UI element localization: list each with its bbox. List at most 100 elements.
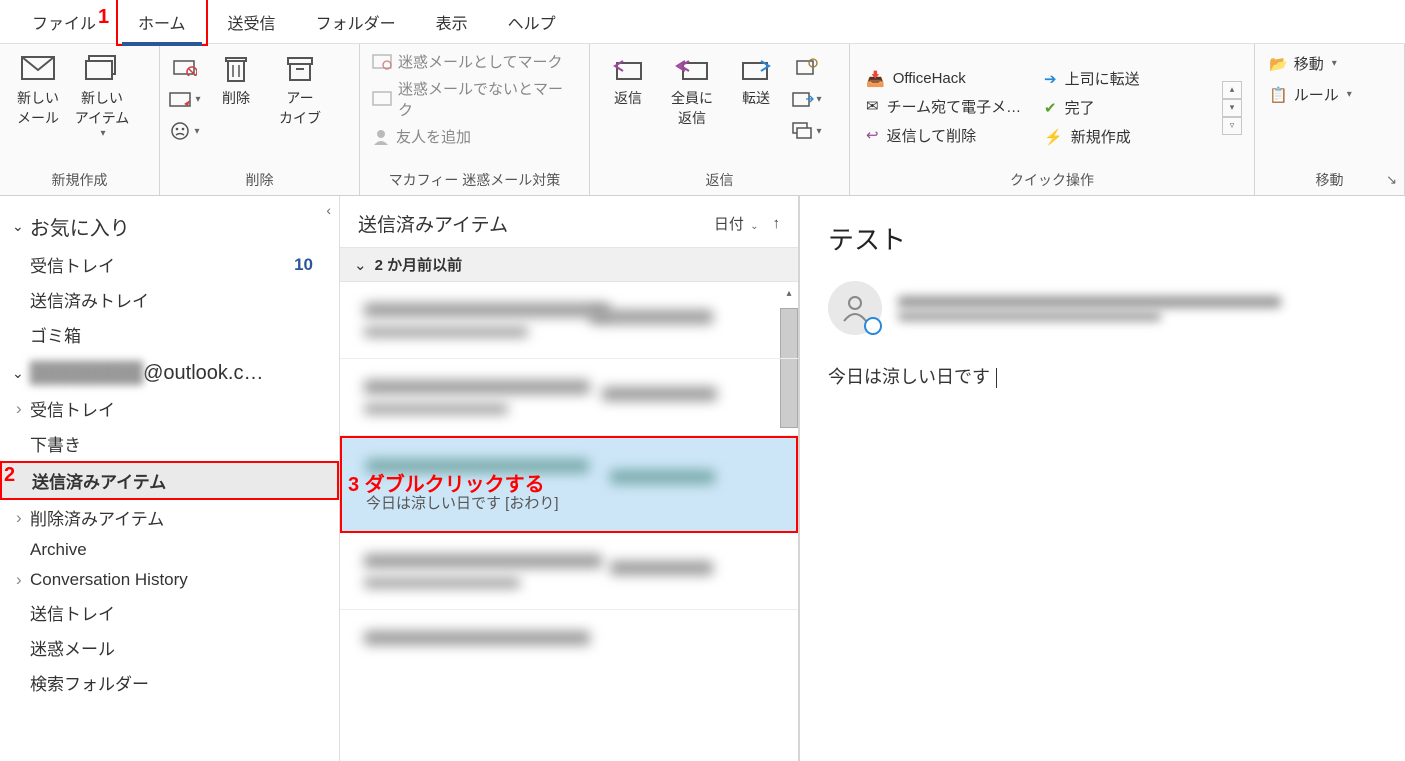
envelope-icon: ✉ [866,97,879,115]
sort-button[interactable]: 日付 ⌄ [714,213,759,234]
mark-junk-button[interactable]: 迷惑メールとしてマーク [366,48,569,75]
message-list-title: 送信済みアイテム [358,210,508,237]
quick-team-label: チーム宛て電子メ… [887,96,1022,117]
ribbon-group-delete: ▾ ▾ 削除 アー カイブ 削除 [160,44,360,195]
rules-icon: 📋 [1269,86,1288,104]
nav-junk-label: 迷惑メール [30,635,115,660]
nav-inbox[interactable]: 受信トレイ10 [0,247,339,282]
menu-view[interactable]: 表示 [416,0,488,44]
new-mail-label: 新しい メール [17,88,59,128]
new-item-icon [85,54,119,82]
person-icon [840,293,870,323]
mark-notjunk-button[interactable]: 迷惑メールでないとマーク [366,75,583,123]
forward-icon [739,54,773,82]
quick-scroll-down[interactable]: ▾ [1222,99,1242,117]
forward-label: 転送 [742,88,770,108]
quick-team[interactable]: ✉ チーム宛て電子メ… [862,94,1040,119]
move-icon: 📂 [1269,55,1288,73]
annotation-3: 3 ダブルクリックする [348,468,545,497]
new-mail-button[interactable]: 新しい メール [6,48,70,134]
nav-inbox-label: 受信トレイ [30,252,115,277]
forward-button[interactable]: 転送 [724,48,788,114]
ribbon-group-new-label: 新規作成 [6,167,153,195]
quick-reply-delete[interactable]: ↩返信して削除 [862,123,1040,148]
reading-pane: テスト 今日は涼しい日です [800,196,1405,761]
forward-boss-icon: ➔ [1044,70,1057,88]
nav-trash[interactable]: ゴミ箱 [0,317,339,352]
archive-label: アー カイブ [279,88,321,128]
nav-deleted-label: 削除済みアイテム [30,505,164,530]
nav-junk[interactable]: 迷惑メール [0,630,339,665]
archive-icon [283,54,317,82]
meeting-button[interactable] [790,52,824,82]
nav-archive[interactable]: Archive [0,535,339,565]
favorites-header[interactable]: ⌄お気に入り [0,206,339,247]
quick-fwd-boss[interactable]: ➔上司に転送 [1040,66,1218,91]
sender-row [828,281,1377,335]
nav-drafts-label: 下書き [30,431,81,456]
quick-create[interactable]: ⚡ 新規作成 [1040,124,1218,149]
quick-expand[interactable]: ▿ [1222,117,1242,135]
mark-notjunk-label: 迷惑メールでないとマーク [398,78,577,120]
message-group-header[interactable]: ⌄ 2 か月前以前 [340,247,798,282]
menu-sendreceive[interactable]: 送受信 [208,0,296,44]
message-list-pane: 送信済みアイテム 日付 ⌄ ↑ ⌄ 2 か月前以前 ▴ 3 ダブルクリ [340,196,800,761]
nav-trash-label: ゴミ箱 [30,322,81,347]
account-header[interactable]: ⌄ ████████ @outlook.c… [0,352,339,391]
nav-conv-history[interactable]: Conversation History [0,565,339,595]
avatar[interactable] [828,281,882,335]
message-item[interactable] [340,610,798,666]
reply-button[interactable]: 返信 [596,48,660,114]
nav-outbox[interactable]: 送信トレイ [0,595,339,630]
rules-button[interactable]: 📋ルール▾ [1261,79,1360,110]
menubar: ファイル ホーム 送受信 フォルダー 表示 ヘルプ [0,0,1405,44]
message-item[interactable] [340,359,798,436]
sort-direction-button[interactable]: ↑ [773,215,781,232]
message-item[interactable] [340,533,798,610]
more-reply-button[interactable]: ▾ [790,116,824,146]
new-item-label: 新しい アイテム [75,88,130,128]
junk-button[interactable]: ▾ [168,116,202,146]
forward-im-button[interactable]: ▾ [790,84,824,114]
menu-home[interactable]: ホーム [116,0,208,46]
menu-folder[interactable]: フォルダー [296,0,416,44]
envelope-icon [21,54,55,82]
archive-button[interactable]: アー カイブ [268,48,332,134]
quick-done[interactable]: ✔完了 [1040,95,1218,120]
cleanup-button[interactable]: ▾ [168,84,202,114]
nav-drafts[interactable]: 下書き [0,426,339,461]
rules-label: ルール [1294,84,1339,105]
nav-sent-items[interactable]: 送信済みアイテム [0,461,339,500]
reply-all-button[interactable]: 全員に 返信 [660,48,724,134]
main-area: ‹ ⌄お気に入り 受信トレイ10 送信済みトレイ ゴミ箱 ⌄ ████████ … [0,196,1405,761]
navigation-pane: ‹ ⌄お気に入り 受信トレイ10 送信済みトレイ ゴミ箱 ⌄ ████████ … [0,196,340,761]
add-friend-button[interactable]: 友人を追加 [366,123,477,150]
reply-icon [611,54,645,82]
message-list-header: 送信済みアイテム 日付 ⌄ ↑ [340,196,798,247]
nav-outbox-label: 送信トレイ [30,600,115,625]
quick-scroll-up[interactable]: ▴ [1222,81,1242,99]
collapse-nav-icon[interactable]: ‹ [326,202,331,218]
quick-officehack-label: OfficeHack [893,70,966,87]
message-item[interactable] [340,282,798,359]
nav-conv-label: Conversation History [30,570,188,590]
quick-officehack[interactable]: 📥OfficeHack [862,68,1040,90]
nav-sent-tray[interactable]: 送信済みトレイ [0,282,339,317]
lightning-icon: ⚡ [1044,128,1063,146]
nav-search-folders[interactable]: 検索フォルダー [0,665,339,700]
ribbon-group-move: 📂移動▾ 📋ルール▾ 移動 [1255,44,1405,195]
nav-sent-items-label: 送信済みアイテム [32,468,166,493]
nav-deleted[interactable]: 削除済みアイテム [0,500,339,535]
dialog-launcher-icon[interactable]: ↘ [1386,172,1397,188]
move-button[interactable]: 📂移動▾ [1261,48,1345,79]
nav-inbox2[interactable]: 受信トレイ [0,391,339,426]
delete-button[interactable]: 削除 [204,48,268,114]
annotation-1: 1 [98,6,109,29]
chevron-down-icon: ⌄ [750,221,758,232]
new-item-button[interactable]: 新しい アイテム ▾ [70,48,134,145]
ignore-button[interactable] [168,52,202,82]
quick-reply-delete-label: 返信して削除 [887,125,977,146]
ribbon-group-quick-label: クイック操作 ↘ [856,167,1248,195]
menu-help[interactable]: ヘルプ [488,0,576,44]
quick-create-label: 新規作成 [1071,126,1131,147]
